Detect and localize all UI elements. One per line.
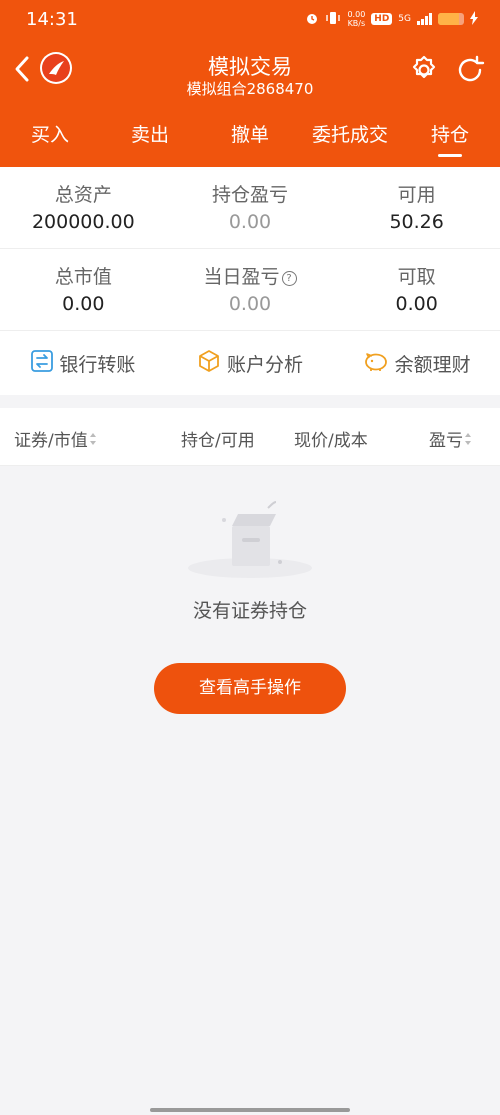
tab-cancel-order[interactable]: 撤单: [200, 107, 300, 167]
market-value-cell: 总市值 0.00: [0, 249, 167, 330]
summary-row: 总市值 0.00 当日盈亏? 0.00 可取 0.00: [0, 249, 500, 331]
signal-icon: [417, 13, 432, 25]
position-pl-label: 持仓盈亏: [212, 184, 289, 206]
battery-icon: [438, 13, 464, 25]
daily-pl-cell: 当日盈亏? 0.00: [167, 249, 334, 330]
title-bar: 模拟交易 模拟组合2868470: [0, 40, 500, 106]
box-analysis-icon: [197, 349, 221, 378]
total-assets-label: 总资产: [54, 184, 112, 206]
daily-pl-value: 0.00: [228, 293, 272, 315]
charging-icon: [470, 10, 478, 28]
column-security-value-label: 证券/市值: [14, 431, 88, 451]
vibrate-icon: [325, 11, 341, 28]
quick-actions: 银行转账 账户分析 余额理财: [0, 331, 500, 395]
net-speed-unit: KB/s: [347, 19, 366, 28]
tab-orders-fills[interactable]: 委托成交: [300, 107, 400, 167]
column-price-cost: 现价/成本: [294, 431, 368, 451]
tab-positions[interactable]: 持仓: [400, 107, 500, 167]
summary-row: 总资产 200000.00 持仓盈亏 0.00 可用 50.26: [0, 167, 500, 249]
column-profit-loss-label: 盈亏: [429, 431, 463, 451]
net-speed-value: 0.00: [347, 10, 366, 19]
battery-fill: [438, 13, 459, 25]
withdrawable-cell: 可取 0.00: [333, 249, 500, 330]
bank-transfer-icon: [31, 349, 54, 377]
daily-pl-label-wrap: 当日盈亏?: [167, 265, 334, 289]
bank-transfer-label: 银行转账: [59, 353, 136, 376]
status-bar: 14:31 0.00 KB/s HD 5G: [0, 0, 500, 40]
positions-table-header: 证券/市值 持仓/可用 现价/成本 盈亏: [0, 408, 500, 466]
status-icons: 0.00 KB/s HD 5G: [305, 10, 478, 28]
tab-buy[interactable]: 买入: [0, 107, 100, 167]
question-help-icon[interactable]: ?: [281, 271, 297, 286]
net-speed: 0.00 KB/s: [347, 10, 365, 28]
hd-badge: HD: [371, 13, 393, 25]
total-assets-value: 200000.00: [31, 211, 135, 233]
available-value: 50.26: [389, 211, 444, 233]
column-security-value[interactable]: 证券/市值: [14, 426, 97, 451]
market-value-label: 总市值: [54, 266, 112, 288]
account-summary: 总资产 200000.00 持仓盈亏 0.00 可用 50.26 总市值 0.0…: [0, 167, 500, 331]
market-value-value: 0.00: [62, 293, 105, 315]
sort-icon: [464, 431, 472, 451]
app-header: 14:31 0.00 KB/s HD 5G 模拟交易 模拟组合2868470 买…: [0, 0, 500, 167]
column-holding-available: 持仓/可用: [181, 431, 255, 451]
piggy-bank-icon: [363, 350, 389, 377]
balance-finance-label: 余额理财: [394, 353, 471, 376]
empty-box-icon: [180, 490, 320, 590]
position-pl-cell: 持仓盈亏 0.00: [167, 167, 334, 248]
withdrawable-label: 可取: [397, 266, 436, 288]
alarm-icon: [305, 11, 319, 28]
account-analysis-label: 账户分析: [227, 353, 304, 376]
daily-pl-label: 当日盈亏: [203, 266, 280, 288]
account-analysis-button[interactable]: 账户分析: [167, 349, 334, 378]
available-cell: 可用 50.26: [333, 167, 500, 248]
sort-icon: [89, 431, 97, 451]
available-label: 可用: [397, 184, 436, 206]
home-indicator[interactable]: [150, 1108, 350, 1112]
trade-tabs: 买入 卖出 撤单 委托成交 持仓: [0, 107, 500, 167]
status-time: 14:31: [26, 9, 78, 30]
total-assets-cell: 总资产 200000.00: [0, 167, 167, 248]
tab-sell[interactable]: 卖出: [100, 107, 200, 167]
network-label: 5G: [398, 14, 411, 24]
position-pl-value: 0.00: [228, 211, 272, 233]
balance-finance-button[interactable]: 余额理财: [333, 350, 500, 377]
bank-transfer-button[interactable]: 银行转账: [0, 349, 167, 377]
view-expert-trades-button[interactable]: 查看高手操作: [154, 663, 346, 714]
column-profit-loss[interactable]: 盈亏: [429, 426, 472, 451]
settings-gear-icon[interactable]: [408, 54, 440, 86]
refresh-icon[interactable]: [454, 54, 486, 86]
empty-message: 没有证券持仓: [192, 600, 307, 622]
empty-state: 没有证券持仓 查看高手操作: [0, 490, 500, 714]
withdrawable-value: 0.00: [395, 293, 438, 315]
